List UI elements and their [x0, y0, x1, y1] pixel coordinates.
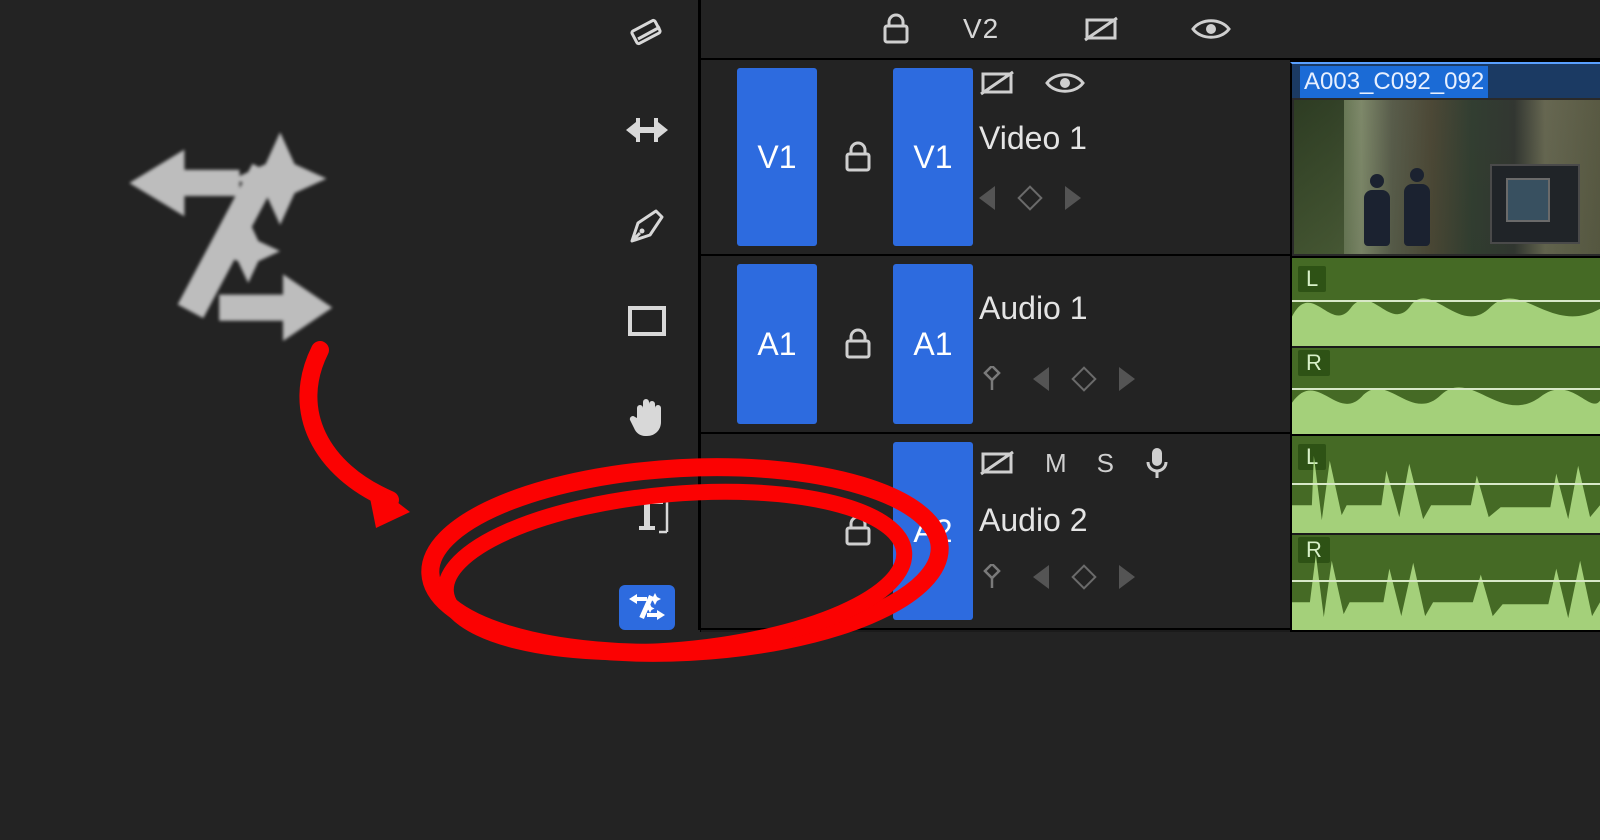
toggle-output-icon[interactable]: [1083, 14, 1119, 44]
lock-icon[interactable]: [843, 327, 873, 361]
keyframe-nav-a2[interactable]: [1033, 565, 1135, 589]
add-keyframe-icon[interactable]: [1071, 366, 1096, 391]
prev-keyframe-icon[interactable]: [979, 186, 995, 210]
razor-tool-button[interactable]: [619, 12, 675, 57]
keyframe-nav-a1[interactable]: [1033, 367, 1135, 391]
slip-tool-icon: [624, 110, 670, 150]
timeline-clips-area: A003_C092_092 L R L R: [1290, 60, 1600, 632]
track-v2-label[interactable]: V2: [963, 13, 999, 45]
video-clip-thumbnail: [1294, 100, 1600, 254]
source-patch-a1[interactable]: A1: [737, 264, 817, 424]
add-keyframe-icon[interactable]: [1017, 185, 1042, 210]
source-patch-v1-label: V1: [757, 139, 796, 176]
mute-button[interactable]: M: [1045, 448, 1067, 479]
track-target-a1[interactable]: A1: [893, 264, 973, 424]
eye-icon[interactable]: [1191, 16, 1231, 42]
remix-tool-large-icon: [80, 80, 370, 370]
lock-icon[interactable]: [843, 140, 873, 174]
track-a2-name: Audio 2: [979, 502, 1088, 539]
next-keyframe-icon[interactable]: [1065, 186, 1081, 210]
eye-icon[interactable]: [1045, 70, 1085, 96]
keyframe-mode-icon[interactable]: [979, 366, 1005, 392]
rectangle-tool-icon: [626, 302, 668, 340]
lock-icon[interactable]: [881, 12, 911, 46]
waveform-icon: [1292, 436, 1600, 533]
razor-tool-icon: [625, 13, 669, 57]
toggle-output-icon[interactable]: [979, 448, 1015, 478]
pen-tool-button[interactable]: [619, 203, 675, 248]
pen-tool-icon: [626, 205, 668, 247]
track-v1-name: Video 1: [979, 120, 1087, 157]
source-patch-v1[interactable]: V1: [737, 68, 817, 246]
prev-keyframe-icon[interactable]: [1033, 367, 1049, 391]
track-header-v2: V2: [701, 0, 1600, 60]
slip-tool-button[interactable]: [619, 107, 675, 152]
keyframe-nav-v1[interactable]: [979, 186, 1081, 210]
toggle-output-icon[interactable]: [979, 68, 1015, 98]
next-keyframe-icon[interactable]: [1119, 367, 1135, 391]
waveform-icon: [1292, 533, 1600, 630]
voiceover-mic-icon[interactable]: [1144, 446, 1170, 480]
audio-clip-a2[interactable]: L R: [1290, 436, 1600, 632]
add-keyframe-icon[interactable]: [1071, 564, 1096, 589]
rectangle-tool-button[interactable]: [619, 298, 675, 343]
video-clip[interactable]: A003_C092_092: [1290, 62, 1600, 258]
track-target-a1-label: A1: [913, 326, 952, 363]
source-patch-a1-label: A1: [757, 326, 796, 363]
track-target-v1[interactable]: V1: [893, 68, 973, 246]
video-clip-label: A003_C092_092: [1300, 66, 1488, 98]
prev-keyframe-icon[interactable]: [1033, 565, 1049, 589]
next-keyframe-icon[interactable]: [1119, 565, 1135, 589]
audio-clip-a1[interactable]: L R: [1290, 258, 1600, 436]
solo-button[interactable]: S: [1097, 448, 1114, 479]
annotation-circle-icon: [405, 430, 965, 690]
waveform-icon: [1292, 346, 1600, 434]
keyframe-mode-icon[interactable]: [979, 564, 1005, 590]
waveform-icon: [1292, 258, 1600, 346]
track-target-v1-label: V1: [913, 139, 952, 176]
track-a1-name: Audio 1: [979, 290, 1088, 327]
